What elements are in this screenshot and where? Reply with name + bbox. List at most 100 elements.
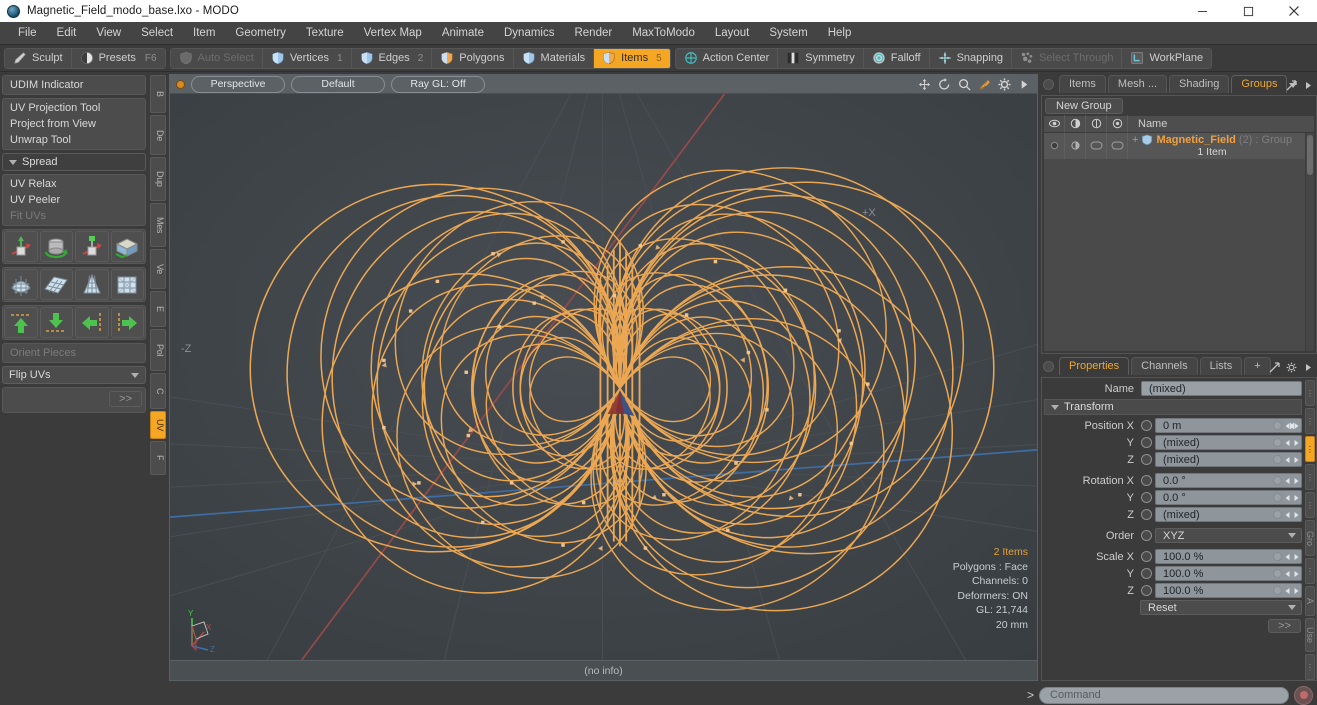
unwrap-tool-row[interactable]: Unwrap Tool xyxy=(4,132,144,148)
stepper-arrows-icon[interactable] xyxy=(1284,453,1299,466)
auto-select-button[interactable]: Auto Select xyxy=(171,48,263,68)
maximize-button[interactable] xyxy=(1225,0,1271,22)
vertices-button[interactable]: Vertices 1 xyxy=(263,48,352,68)
order-radio[interactable] xyxy=(1141,530,1152,542)
vtab-duplicate[interactable]: Dup xyxy=(150,157,166,201)
side-tab-3[interactable]: ⋮ xyxy=(1305,436,1315,463)
move-orange-icon[interactable] xyxy=(978,78,991,91)
scale-x-input[interactable]: 100.0 % xyxy=(1155,549,1302,565)
vtab-command[interactable]: C xyxy=(150,373,166,409)
vtab-polygon[interactable]: Pol xyxy=(150,329,166,371)
menu-item-view[interactable]: View xyxy=(86,24,131,42)
falloff-button[interactable]: Falloff xyxy=(864,48,930,68)
scale-y-input[interactable]: 100.0 % xyxy=(1155,566,1302,582)
menu-item-geometry[interactable]: Geometry xyxy=(225,24,296,42)
uv-flip-down-button[interactable] xyxy=(39,307,73,338)
items-button[interactable]: Items 5 xyxy=(594,48,670,68)
scale-z-input[interactable]: 100.0 % xyxy=(1155,583,1302,599)
scale-z-radio[interactable] xyxy=(1141,585,1152,597)
side-tab-a[interactable]: A xyxy=(1305,586,1315,617)
rotation-x-input[interactable]: 0.0 ° xyxy=(1155,473,1302,489)
select-through-button[interactable]: Select Through xyxy=(1012,48,1123,68)
uv-cone-grid-button[interactable] xyxy=(75,269,109,300)
side-tab-1[interactable]: ⋮ xyxy=(1305,380,1315,407)
vtab-basic[interactable]: B xyxy=(150,75,166,113)
side-tab-4[interactable]: ⋮ xyxy=(1305,464,1315,491)
uv-peeler-row[interactable]: UV Peeler xyxy=(4,192,144,208)
stepper-arrows-icon[interactable] xyxy=(1284,508,1299,521)
minimize-button[interactable] xyxy=(1179,0,1225,22)
menu-item-item[interactable]: Item xyxy=(183,24,225,42)
uv-box-button[interactable] xyxy=(110,231,144,262)
new-group-button[interactable]: New Group xyxy=(1045,97,1123,114)
expand-icon[interactable] xyxy=(1286,80,1297,91)
side-tab-2[interactable]: ⋮ xyxy=(1305,408,1315,435)
viewport-canvas[interactable]: +X -Z 2 Items Polygons : Face Channels: … xyxy=(170,94,1037,660)
vtab-deform[interactable]: De xyxy=(150,115,166,155)
panel-menu-knob[interactable] xyxy=(1043,78,1054,90)
uv-scale-axis-button[interactable] xyxy=(75,231,109,262)
polygons-button[interactable]: Polygons xyxy=(432,48,514,68)
uv-relax-row[interactable]: UV Relax xyxy=(4,176,144,192)
uv-plane-grid-button[interactable] xyxy=(39,269,73,300)
pan-icon[interactable] xyxy=(918,78,931,91)
chevron-right-icon[interactable] xyxy=(1303,80,1314,91)
field-knob-icon[interactable] xyxy=(1273,438,1282,448)
stepper-arrows-icon[interactable] xyxy=(1284,567,1299,580)
rotation-x-radio[interactable] xyxy=(1141,475,1152,487)
vtab-vertex[interactable]: Ve xyxy=(150,249,166,289)
transform-section-header[interactable]: Transform xyxy=(1044,399,1302,416)
side-tab-5[interactable]: ⋮ xyxy=(1305,492,1315,519)
symmetry-button[interactable]: Symmetry xyxy=(778,48,864,68)
stepper-arrows-icon[interactable] xyxy=(1284,550,1299,563)
field-knob-icon[interactable] xyxy=(1273,569,1282,579)
menu-item-system[interactable]: System xyxy=(759,24,817,42)
position-z-input[interactable]: (mixed) xyxy=(1155,452,1302,468)
vtab-uv[interactable]: UV xyxy=(150,411,166,439)
uv-cube-grid-button[interactable] xyxy=(110,269,144,300)
action-center-button[interactable]: Action Center xyxy=(676,48,779,68)
menu-item-texture[interactable]: Texture xyxy=(296,24,354,42)
viewport-shading-pill[interactable]: Default xyxy=(291,75,385,93)
viewport-active-dot[interactable] xyxy=(176,79,185,89)
reset-select[interactable]: Reset xyxy=(1140,600,1302,616)
viewport-3d[interactable]: Perspective Default Ray GL: Off +X -Z 2 … xyxy=(169,74,1038,661)
viewport-raygl-pill[interactable]: Ray GL: Off xyxy=(391,75,485,93)
chevron-right-icon[interactable] xyxy=(1303,362,1314,373)
flip-uvs-dropdown[interactable]: Flip UVs xyxy=(2,366,146,384)
menu-item-select[interactable]: Select xyxy=(131,24,183,42)
tab-shading[interactable]: Shading xyxy=(1169,74,1230,93)
properties-more-button[interactable]: >> xyxy=(1268,619,1301,634)
side-tab-7[interactable]: ⋮ xyxy=(1305,558,1315,585)
menu-item-layout[interactable]: Layout xyxy=(705,24,760,42)
groups-scrollbar[interactable] xyxy=(1305,132,1314,352)
properties-menu-knob[interactable] xyxy=(1043,361,1054,373)
tab-items[interactable]: Items xyxy=(1059,74,1106,93)
chevron-right-icon[interactable] xyxy=(1018,78,1031,91)
menu-item-edit[interactable]: Edit xyxy=(47,24,87,42)
row-visibility-toggle[interactable] xyxy=(1044,132,1065,159)
tab-mesh[interactable]: Mesh ... xyxy=(1107,74,1168,93)
menu-item-animate[interactable]: Animate xyxy=(432,24,494,42)
position-x-radio[interactable] xyxy=(1141,420,1152,432)
stepper-arrows-icon[interactable] xyxy=(1284,491,1299,504)
command-input[interactable]: Command xyxy=(1039,686,1289,704)
udim-indicator-row[interactable]: UDIM Indicator xyxy=(4,77,144,93)
position-y-input[interactable]: (mixed) xyxy=(1155,435,1302,451)
menu-item-maxtomodo[interactable]: MaxToModo xyxy=(622,24,705,42)
field-knob-icon[interactable] xyxy=(1273,510,1282,520)
table-row[interactable]: + Magnetic_Field (2) : Group 1 Item xyxy=(1044,132,1314,160)
scale-x-radio[interactable] xyxy=(1141,551,1152,563)
tab-properties[interactable]: Properties xyxy=(1059,357,1130,376)
project-from-view-row[interactable]: Project from View xyxy=(4,116,144,132)
edges-button[interactable]: Edges 2 xyxy=(352,48,433,68)
vtab-fur[interactable]: F xyxy=(150,441,166,475)
field-knob-icon[interactable] xyxy=(1273,421,1282,431)
stepper-arrows-icon[interactable] xyxy=(1284,436,1299,449)
uv-rotate-cylinder-button[interactable] xyxy=(39,231,73,262)
menu-item-render[interactable]: Render xyxy=(564,24,622,42)
menu-item-dynamics[interactable]: Dynamics xyxy=(494,24,564,42)
shade-icon[interactable] xyxy=(1107,115,1128,133)
row-render-toggle[interactable] xyxy=(1065,132,1086,159)
viewport-projection-pill[interactable]: Perspective xyxy=(191,75,285,93)
